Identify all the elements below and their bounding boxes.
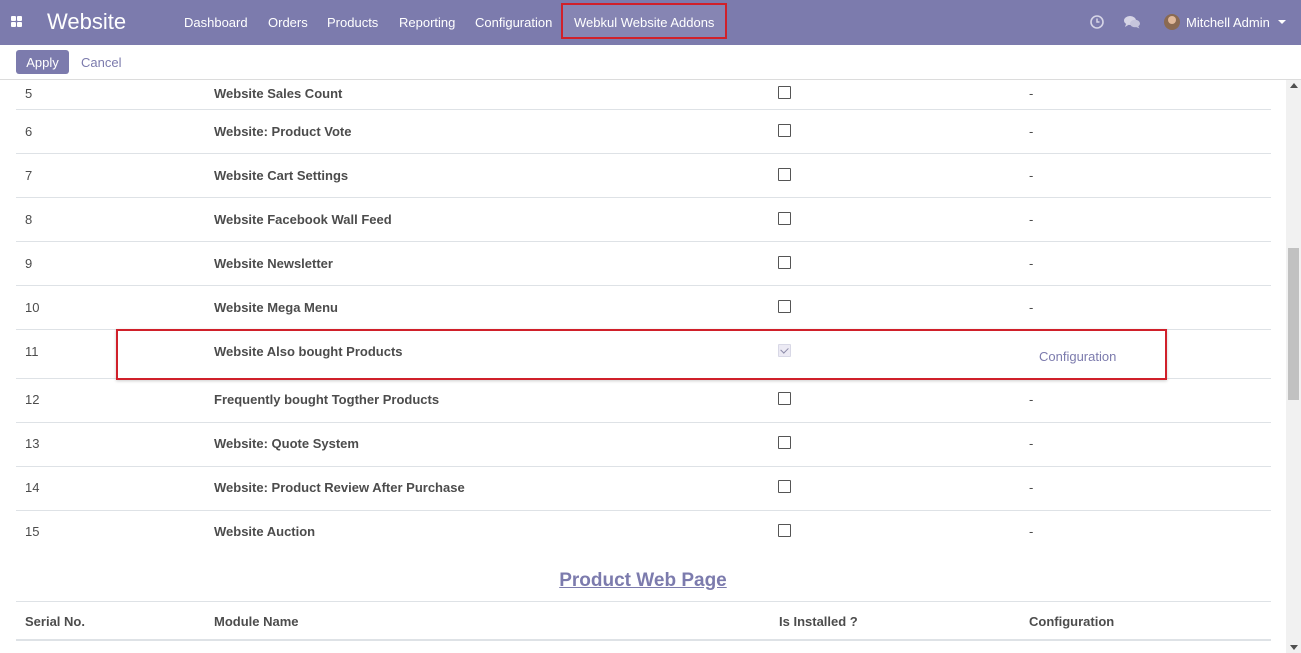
- installed-checkbox[interactable]: [778, 212, 791, 225]
- serial-number: 9: [25, 256, 33, 271]
- apps-grid-icon[interactable]: [11, 16, 22, 27]
- module-name: Website: Quote System: [214, 436, 359, 451]
- table-row: 6 Website: Product Vote -: [16, 110, 1271, 154]
- module-name: Website Sales Count: [214, 86, 343, 101]
- cancel-button[interactable]: Cancel: [81, 55, 121, 70]
- installed-checkbox[interactable]: [778, 86, 791, 99]
- section-title-product-web-page[interactable]: Product Web Page: [0, 570, 1286, 592]
- installed-checkbox[interactable]: [778, 436, 791, 449]
- module-name: Website: Product Review After Purchase: [214, 480, 465, 495]
- configuration-link[interactable]: Configuration: [1039, 349, 1116, 364]
- table-row: 12 Frequently bought Togther Products -: [16, 379, 1271, 423]
- table-row: 5 Website Sales Count -: [16, 80, 1271, 110]
- menu-reporting[interactable]: Reporting: [399, 15, 455, 30]
- module-name: Frequently bought Togther Products: [214, 392, 440, 407]
- table-row: 15 Website Auction -: [16, 511, 1271, 555]
- vertical-scrollbar[interactable]: [1286, 80, 1301, 653]
- configuration-cell: -: [1029, 124, 1034, 139]
- table-header: Serial No. Module Name Is Installed ? Co…: [16, 601, 1271, 641]
- installed-checkbox[interactable]: [778, 300, 791, 313]
- serial-number: 5: [25, 86, 33, 101]
- menu-orders[interactable]: Orders: [268, 15, 308, 30]
- installed-checkbox[interactable]: [778, 524, 791, 537]
- serial-number: 15: [25, 524, 40, 539]
- menu-webkul-website-addons[interactable]: Webkul Website Addons: [561, 3, 728, 39]
- table-row: 14 Website: Product Review After Purchas…: [16, 467, 1271, 511]
- header-module-name: Module Name: [214, 614, 299, 629]
- module-name: Website Also bought Products: [214, 344, 403, 359]
- header-configuration: Configuration: [1029, 614, 1115, 629]
- serial-number: 7: [25, 168, 33, 183]
- serial-number: 11: [25, 344, 39, 359]
- scroll-down-icon[interactable]: [1290, 645, 1298, 650]
- serial-number: 6: [25, 124, 33, 139]
- header-serial: Serial No.: [25, 614, 85, 629]
- configuration-cell: -: [1029, 256, 1034, 271]
- configuration-cell: -: [1029, 168, 1034, 183]
- scrollbar-thumb[interactable]: [1288, 248, 1299, 400]
- user-menu[interactable]: Mitchell Admin: [1164, 13, 1286, 31]
- installed-checkbox[interactable]: [778, 168, 791, 181]
- configuration-cell: -: [1029, 436, 1034, 451]
- table-row: 7 Website Cart Settings -: [16, 154, 1271, 198]
- serial-number: 14: [25, 480, 40, 495]
- installed-checkbox[interactable]: [778, 256, 791, 269]
- chevron-down-icon: [1277, 20, 1286, 24]
- module-name: Website: Product Vote: [214, 124, 352, 139]
- control-panel: Apply Cancel: [0, 45, 1301, 80]
- installed-checkbox[interactable]: [778, 124, 791, 137]
- user-name: Mitchell Admin: [1186, 14, 1270, 30]
- installed-checkbox[interactable]: [778, 392, 791, 405]
- table-row: 13 Website: Quote System -: [16, 423, 1271, 467]
- table-row: 8 Website Facebook Wall Feed -: [16, 198, 1271, 242]
- configuration-cell: -: [1029, 524, 1034, 539]
- header-is-installed: Is Installed ?: [779, 614, 858, 629]
- module-name: Website Cart Settings: [214, 168, 349, 183]
- menu-products[interactable]: Products: [327, 15, 378, 30]
- serial-number: 13: [25, 436, 40, 451]
- configuration-cell: -: [1029, 300, 1034, 315]
- module-name: Website Mega Menu: [214, 300, 339, 315]
- serial-number: 10: [25, 300, 40, 315]
- installed-checkbox[interactable]: [778, 480, 791, 493]
- app-title[interactable]: Website: [47, 9, 126, 35]
- module-name: Website Facebook Wall Feed: [214, 212, 392, 227]
- table-row: 10 Website Mega Menu -: [16, 286, 1271, 330]
- apply-button[interactable]: Apply: [16, 50, 69, 74]
- clock-icon[interactable]: [1089, 14, 1105, 30]
- installed-checkbox-checked[interactable]: [778, 344, 791, 357]
- avatar: [1164, 14, 1180, 30]
- chat-icon[interactable]: [1123, 14, 1141, 30]
- table-row: 11 Website Also bought Products Configur…: [16, 330, 1271, 379]
- configuration-cell: -: [1029, 212, 1034, 227]
- menu-dashboard[interactable]: Dashboard: [184, 15, 248, 30]
- module-name: Website Newsletter: [214, 256, 333, 271]
- serial-number: 12: [25, 392, 40, 407]
- configuration-cell: -: [1029, 86, 1034, 101]
- configuration-cell: -: [1029, 392, 1034, 407]
- menu-configuration[interactable]: Configuration: [475, 15, 552, 30]
- module-name: Website Auction: [214, 524, 316, 539]
- scroll-up-icon[interactable]: [1290, 83, 1298, 88]
- configuration-cell: -: [1029, 480, 1034, 495]
- top-navbar: Website Dashboard Orders Products Report…: [0, 0, 1301, 45]
- addons-list: 5 Website Sales Count - 6 Website: Produ…: [0, 80, 1286, 653]
- serial-number: 8: [25, 212, 33, 227]
- table-row: 9 Website Newsletter -: [16, 242, 1271, 286]
